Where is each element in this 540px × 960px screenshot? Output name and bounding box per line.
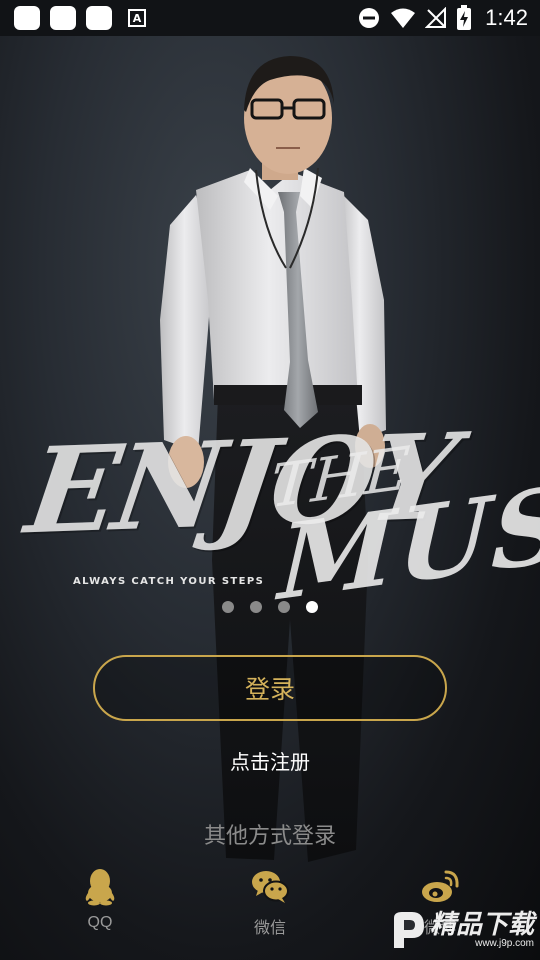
- notification-app-icon: [14, 6, 40, 30]
- weibo-icon: [422, 870, 459, 902]
- wechat-login-button[interactable]: 微信: [215, 866, 325, 938]
- watermark-text: 精品下载: [429, 909, 534, 940]
- battery-charging-icon: [457, 5, 472, 30]
- pager-dot-active[interactable]: [306, 601, 318, 613]
- wechat-icon: [252, 871, 289, 903]
- register-link[interactable]: 点击注册: [0, 746, 540, 775]
- login-button[interactable]: 登录: [93, 655, 447, 721]
- pager-dot[interactable]: [250, 601, 262, 613]
- qq-label: QQ: [87, 914, 113, 931]
- status-notifications: A: [14, 6, 146, 30]
- login-button-label: 登录: [244, 675, 295, 704]
- no-signal-icon: [425, 7, 447, 28]
- login-screen: A 1:42 ENJOY THE MUSIC ALWAYS CATCH YOUR…: [0, 0, 540, 960]
- pager-dot[interactable]: [222, 601, 234, 613]
- site-watermark: 精品下载 www.j9p.com: [390, 910, 534, 950]
- watermark-logo-icon: [393, 912, 424, 948]
- wechat-label: 微信: [253, 920, 286, 937]
- hero-tagline: ALWAYS CATCH YOUR STEPS: [73, 576, 265, 587]
- carousel-pager: [222, 601, 318, 613]
- other-login-methods-label: 其他方式登录: [203, 824, 336, 849]
- status-system-icons: 1:42: [357, 4, 528, 32]
- pager-dot[interactable]: [278, 601, 290, 613]
- notification-app-icon: [86, 6, 112, 30]
- qq-login-button[interactable]: QQ: [45, 866, 155, 932]
- notification-app-icon: [50, 6, 76, 30]
- do-not-disturb-icon: [359, 8, 380, 28]
- notification-a-icon: A: [128, 9, 146, 27]
- wifi-icon: [391, 8, 416, 28]
- status-time: 1:42: [485, 5, 528, 30]
- qq-penguin-icon: [85, 869, 115, 906]
- status-bar: A 1:42: [0, 0, 540, 36]
